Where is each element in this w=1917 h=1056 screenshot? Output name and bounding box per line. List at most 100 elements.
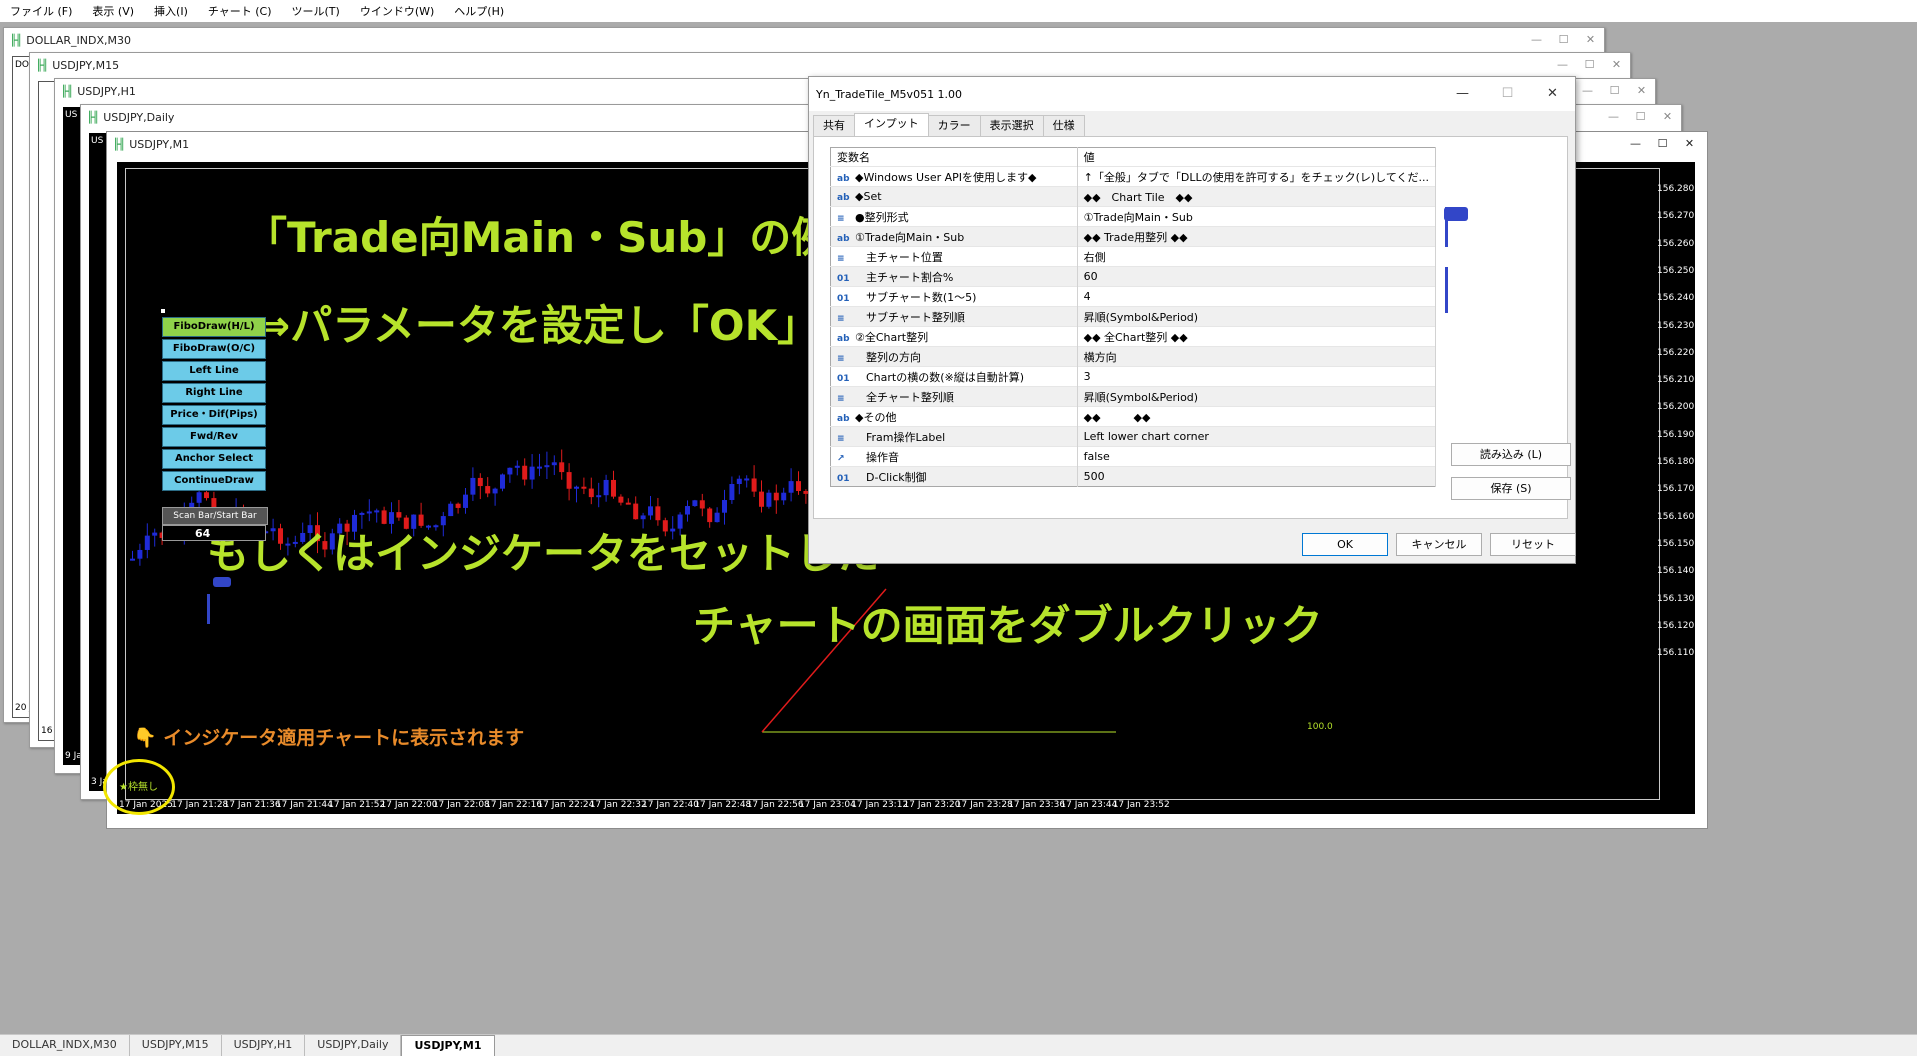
- tab-usdjpy-m1[interactable]: USDJPY,M1: [401, 1035, 495, 1056]
- dialog-close-button[interactable]: ✕: [1530, 77, 1575, 111]
- parameter-value-cell[interactable]: 右側: [1077, 246, 1437, 267]
- minimize-button[interactable]: —: [1622, 132, 1649, 156]
- minimize-button[interactable]: —: [1549, 53, 1576, 77]
- window-titlebar[interactable]: ╟╢ USDJPY,M15 — ☐ ✕: [30, 53, 1630, 77]
- parameter-value-cell[interactable]: ①Trade向Main・Sub: [1077, 206, 1437, 227]
- candle-body: [455, 503, 461, 508]
- parameter-row[interactable]: ab ◆Set ◆◆ Chart Tile ◆◆: [830, 186, 1437, 207]
- close-button[interactable]: ✕: [1654, 105, 1681, 129]
- reset-button[interactable]: リセット: [1490, 533, 1576, 556]
- minimize-button[interactable]: —: [1600, 105, 1627, 129]
- tab-usdjpy-h1[interactable]: USDJPY,H1: [222, 1035, 306, 1056]
- ok-button[interactable]: OK: [1302, 533, 1388, 556]
- marker-line: [1445, 267, 1448, 313]
- close-button[interactable]: ✕: [1676, 132, 1703, 156]
- parameter-row[interactable]: 01 主チャート割合% 60: [830, 266, 1437, 287]
- parameter-row[interactable]: ab ◆Windows User APIを使用します◆ ↑「全般」タブで「DLLの使…: [830, 166, 1437, 187]
- parameter-value-cell[interactable]: 横方向: [1077, 346, 1437, 367]
- parameter-row[interactable]: 01 D-Click制御 500: [830, 466, 1437, 487]
- parameter-value-cell[interactable]: 昇順(Symbol&Period): [1077, 306, 1437, 327]
- right-line-button[interactable]: Right Line: [162, 383, 266, 403]
- fibodraw-oc-button[interactable]: FiboDraw(O/C): [162, 339, 266, 359]
- minimize-button[interactable]: —: [1574, 79, 1601, 103]
- menu-view[interactable]: 表示 (V): [82, 3, 144, 19]
- tab-dollar-indx-m30[interactable]: DOLLAR_INDX,M30: [0, 1035, 130, 1056]
- fibodraw-hl-button[interactable]: FiboDraw(H/L): [162, 317, 266, 337]
- parameter-value-cell[interactable]: 4: [1077, 286, 1437, 307]
- tab-common[interactable]: 共有: [813, 115, 855, 136]
- menu-help[interactable]: ヘルプ(H): [444, 3, 514, 19]
- maximize-button[interactable]: ☐: [1649, 132, 1676, 156]
- tab-usdjpy-daily[interactable]: USDJPY,Daily: [305, 1035, 402, 1056]
- parameter-name-cell: ↗ 操作音: [830, 446, 1078, 467]
- close-button[interactable]: ✕: [1628, 79, 1655, 103]
- scan-bar-button[interactable]: Scan Bar/Start Bar: [162, 507, 268, 525]
- maximize-button[interactable]: ☐: [1601, 79, 1628, 103]
- parameter-type-icon: ab: [837, 173, 850, 184]
- load-button[interactable]: 読み込み (L): [1451, 443, 1571, 466]
- left-line-button[interactable]: Left Line: [162, 361, 266, 381]
- parameter-value-cell[interactable]: ◆◆ Trade用整列 ◆◆: [1077, 226, 1437, 247]
- parameter-value-cell[interactable]: ◆◆ ◆◆: [1077, 406, 1437, 427]
- candle-body: [640, 515, 646, 520]
- parameter-value-cell[interactable]: 昇順(Symbol&Period): [1077, 386, 1437, 407]
- tab-inputs[interactable]: インプット: [854, 113, 929, 136]
- parameter-value-cell[interactable]: 60: [1077, 266, 1437, 287]
- candle-body: [692, 500, 698, 507]
- parameter-row[interactable]: ≡ 全チャート整列順 昇順(Symbol&Period): [830, 386, 1437, 407]
- parameter-row[interactable]: ↗ 操作音 false: [830, 446, 1437, 467]
- parameter-name-cell: ab ◆その他: [830, 406, 1078, 427]
- maximize-button[interactable]: ☐: [1627, 105, 1654, 129]
- parameter-value-cell[interactable]: ◆◆ 全Chart整列 ◆◆: [1077, 326, 1437, 347]
- tab-usdjpy-m15[interactable]: USDJPY,M15: [130, 1035, 222, 1056]
- cancel-button[interactable]: キャンセル: [1396, 533, 1482, 556]
- tab-colors[interactable]: カラー: [927, 115, 981, 136]
- parameter-row[interactable]: 01 Chartの横の数(※縦は自動計算) 3: [830, 366, 1437, 387]
- parameter-row[interactable]: ≡ 主チャート位置 右側: [830, 246, 1437, 267]
- continue-draw-button[interactable]: ContinueDraw: [162, 471, 266, 491]
- anchor-select-button[interactable]: Anchor Select: [162, 449, 266, 469]
- close-button[interactable]: ✕: [1603, 53, 1630, 77]
- minimize-button[interactable]: —: [1523, 28, 1550, 52]
- parameter-row[interactable]: ≡ ●整列形式 ①Trade向Main・Sub: [830, 206, 1437, 227]
- tab-specification[interactable]: 仕様: [1042, 115, 1085, 136]
- parameter-name-cell: 01 主チャート割合%: [830, 266, 1078, 287]
- parameter-value-cell[interactable]: 500: [1077, 466, 1437, 487]
- parameter-type-icon: ≡: [837, 213, 845, 224]
- maximize-button[interactable]: ☐: [1576, 53, 1603, 77]
- parameter-row[interactable]: ≡ 整列の方向 横方向: [830, 346, 1437, 367]
- tab-visualization[interactable]: 表示選択: [979, 115, 1044, 136]
- parameter-value-cell[interactable]: ◆◆ Chart Tile ◆◆: [1077, 186, 1437, 207]
- indicator-properties-dialog[interactable]: Yn_TradeTile_M5v051 1.00 — ☐ ✕ 共有 インプット カラ…: [808, 76, 1576, 564]
- dialog-minimize-button[interactable]: —: [1440, 77, 1485, 111]
- menu-file[interactable]: ファイル (F): [0, 3, 82, 19]
- candle-body: [529, 466, 535, 480]
- panel-handle[interactable]: [161, 309, 165, 313]
- dialog-titlebar[interactable]: Yn_TradeTile_M5v051 1.00 — ☐ ✕: [809, 77, 1575, 111]
- parameter-row[interactable]: ab ◆その他 ◆◆ ◆◆: [830, 406, 1437, 427]
- parameter-row[interactable]: 01 サブチャート数(1～5) 4: [830, 286, 1437, 307]
- parameter-value-cell[interactable]: false: [1077, 446, 1437, 467]
- menu-tools[interactable]: ツール(T): [282, 3, 350, 19]
- maximize-button[interactable]: ☐: [1550, 28, 1577, 52]
- parameter-row[interactable]: ab ②全Chart整列 ◆◆ 全Chart整列 ◆◆: [830, 326, 1437, 347]
- fwd-rev-button[interactable]: Fwd/Rev: [162, 427, 266, 447]
- menu-window[interactable]: ウインドウ(W): [350, 3, 444, 19]
- parameter-row[interactable]: ab ①Trade向Main・Sub ◆◆ Trade用整列 ◆◆: [830, 226, 1437, 247]
- parameter-row[interactable]: ≡ サブチャート整列順 昇順(Symbol&Period): [830, 306, 1437, 327]
- parameter-value-cell[interactable]: Left lower chart corner: [1077, 426, 1437, 447]
- parameter-value-cell[interactable]: ↑「全般」タブで「DLLの使用を許可する」をチェック(レ)してくだ...: [1077, 166, 1437, 187]
- dialog-maximize-button[interactable]: ☐: [1485, 77, 1530, 111]
- menu-insert[interactable]: 挿入(I): [144, 3, 198, 19]
- menu-chart[interactable]: チャート (C): [198, 3, 282, 19]
- time-tick-label: 17 Jan 23:36: [1008, 800, 1066, 810]
- candle-body: [603, 479, 609, 496]
- scan-bar-value[interactable]: 64: [162, 525, 266, 541]
- save-button[interactable]: 保存 (S): [1451, 477, 1571, 500]
- window-titlebar[interactable]: ╟╢ DOLLAR_INDX,M30 — ☐ ✕: [4, 28, 1604, 52]
- close-button[interactable]: ✕: [1577, 28, 1604, 52]
- parameter-value-cell[interactable]: 3: [1077, 366, 1437, 387]
- parameter-row[interactable]: ≡ Fram操作Label Left lower chart corner: [830, 426, 1437, 447]
- price-dif-button[interactable]: Price・Dif(Pips): [162, 405, 266, 425]
- candle-body: [477, 477, 483, 487]
